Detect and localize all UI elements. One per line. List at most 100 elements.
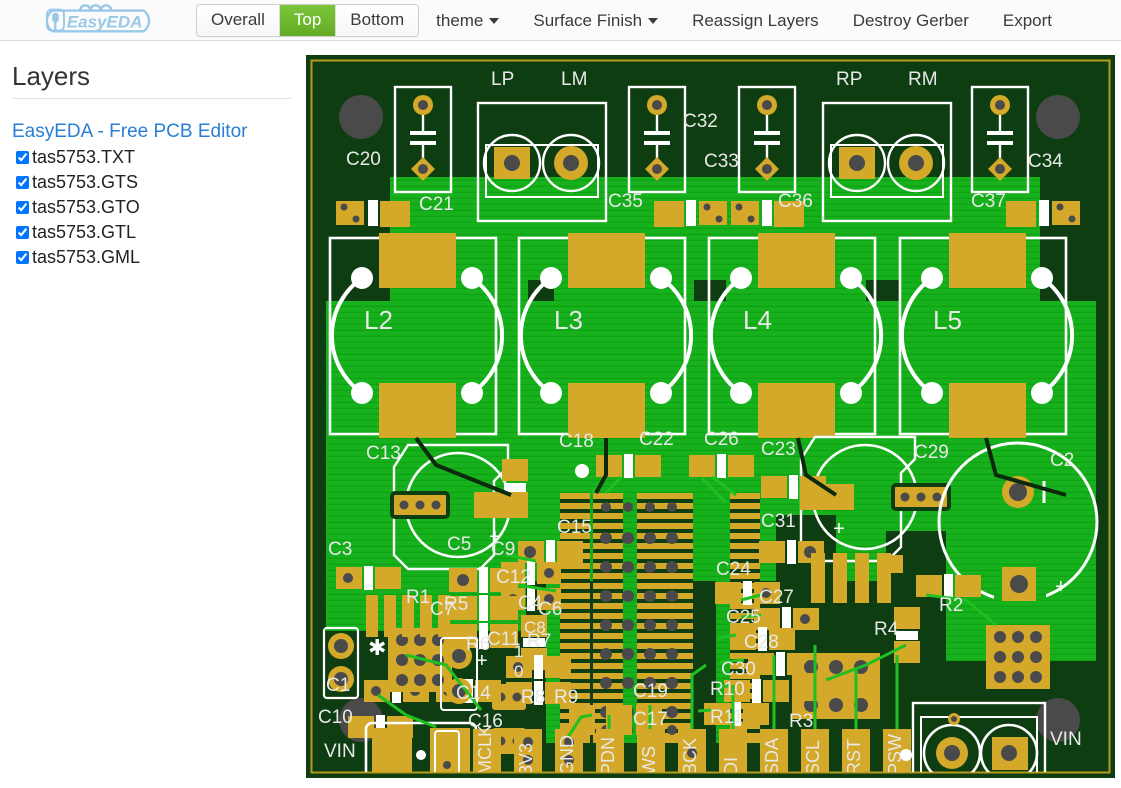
menu-item-theme[interactable]: theme bbox=[419, 0, 516, 41]
svg-text:C24: C24 bbox=[716, 559, 751, 580]
view-button-bottom[interactable]: Bottom bbox=[336, 4, 419, 36]
menu-item-export[interactable]: Export bbox=[986, 0, 1069, 41]
svg-text:C23: C23 bbox=[761, 439, 796, 460]
svg-text:C10: C10 bbox=[318, 707, 353, 728]
svg-text:C1: C1 bbox=[326, 675, 350, 696]
layers-sidebar: Layers EasyEDA - Free PCB Editor tas5753… bbox=[0, 41, 300, 788]
svg-text:1: 1 bbox=[514, 642, 523, 661]
pcb-viewport[interactable]: + + + C20 LP LM RP RM C32 C33 C34 C21 C3… bbox=[306, 55, 1115, 778]
svg-text:SDA: SDA bbox=[762, 738, 782, 775]
svg-text:C31: C31 bbox=[761, 511, 796, 532]
svg-text:R2: R2 bbox=[939, 595, 963, 616]
pad-array-R2 bbox=[986, 625, 1050, 689]
svg-text:C26: C26 bbox=[704, 429, 739, 450]
svg-text:R8: R8 bbox=[521, 687, 545, 708]
svg-text:L2: L2 bbox=[364, 305, 393, 335]
layer-checkbox-gts[interactable] bbox=[16, 176, 29, 189]
menu-item-reassign-layers[interactable]: Reassign Layers bbox=[675, 0, 836, 41]
svg-text:C15: C15 bbox=[557, 517, 592, 538]
pcb-gerber-render[interactable]: + + + C20 LP LM RP RM C32 C33 C34 C21 C3… bbox=[306, 55, 1115, 778]
svg-text:R4: R4 bbox=[874, 619, 899, 640]
chevron-down-icon bbox=[489, 18, 500, 25]
svg-text:C30: C30 bbox=[721, 659, 756, 680]
svg-text:L4: L4 bbox=[743, 305, 772, 335]
svg-text:C17: C17 bbox=[633, 709, 668, 730]
layer-checkbox-gto[interactable] bbox=[16, 201, 29, 214]
svg-text:R11: R11 bbox=[710, 707, 743, 728]
svg-text:C22: C22 bbox=[639, 429, 674, 450]
svg-text:L3: L3 bbox=[554, 305, 583, 335]
svg-text:VIN: VIN bbox=[1050, 729, 1082, 750]
svg-text:C25: C25 bbox=[726, 607, 761, 628]
svg-text:+: + bbox=[1055, 576, 1067, 598]
layer-label: tas5753.GML bbox=[32, 247, 141, 267]
svg-text:LP: LP bbox=[491, 69, 514, 90]
header-R3 bbox=[792, 653, 880, 719]
svg-text:C29: C29 bbox=[914, 442, 949, 463]
svg-text:EasyEDA: EasyEDA bbox=[67, 13, 143, 32]
test-point bbox=[575, 464, 589, 478]
polarity-mark: + bbox=[476, 650, 488, 672]
list-item[interactable]: tas5753.GTS bbox=[12, 170, 290, 195]
svg-text:+: + bbox=[833, 518, 845, 540]
svg-text:C18: C18 bbox=[559, 431, 594, 452]
svg-text:C14: C14 bbox=[456, 683, 491, 704]
list-item[interactable]: tas5753.GTO bbox=[12, 195, 290, 220]
svg-text:LM: LM bbox=[561, 69, 587, 90]
svg-text:0: 0 bbox=[514, 662, 523, 681]
svg-text:L5: L5 bbox=[933, 305, 962, 335]
svg-text:C32: C32 bbox=[683, 111, 718, 132]
svg-text:SCL: SCL bbox=[803, 740, 823, 775]
svg-text:C13: C13 bbox=[366, 443, 401, 464]
svg-text:R1: R1 bbox=[406, 587, 430, 608]
svg-text:C7: C7 bbox=[430, 599, 454, 620]
svg-text:C3: C3 bbox=[328, 539, 352, 560]
svg-text:C28: C28 bbox=[744, 632, 779, 653]
svg-text:MCLK: MCLK bbox=[475, 725, 495, 775]
chevron-down-icon bbox=[648, 18, 659, 25]
view-button-overall[interactable]: Overall bbox=[197, 4, 280, 36]
mounting-hole bbox=[339, 95, 383, 139]
layer-label: tas5753.GTL bbox=[32, 222, 137, 242]
layer-label: tas5753.TXT bbox=[32, 147, 136, 167]
svg-text:C21: C21 bbox=[419, 194, 454, 215]
layer-checkbox-gtl[interactable] bbox=[16, 226, 29, 239]
view-button-top[interactable]: Top bbox=[279, 4, 337, 36]
svg-text:C12: C12 bbox=[496, 567, 531, 588]
menu-item-destroy-gerber[interactable]: Destroy Gerber bbox=[836, 0, 986, 41]
svg-text:C35: C35 bbox=[608, 191, 643, 212]
layer-label: tas5753.GTO bbox=[32, 197, 140, 217]
svg-text:C33: C33 bbox=[704, 151, 739, 172]
list-item[interactable]: tas5753.TXT bbox=[12, 145, 290, 170]
svg-text:C2: C2 bbox=[1050, 450, 1074, 471]
svg-text:C6: C6 bbox=[538, 599, 562, 620]
menu-item-surface-finish-label: Surface Finish bbox=[533, 10, 643, 30]
menu-item-theme-label: theme bbox=[436, 10, 484, 30]
svg-text:R9: R9 bbox=[554, 687, 578, 708]
svg-text:C37: C37 bbox=[971, 191, 1006, 212]
layer-checkbox-gml[interactable] bbox=[16, 251, 29, 264]
top-toolbar: EasyEDA Overall Top Bottom theme Surface… bbox=[0, 0, 1121, 41]
mounting-hole bbox=[1036, 95, 1080, 139]
project-link[interactable]: EasyEDA - Free PCB Editor bbox=[12, 121, 290, 143]
menu-item-surface-finish[interactable]: Surface Finish bbox=[516, 0, 675, 41]
test-point bbox=[900, 749, 912, 761]
list-item[interactable]: tas5753.GML bbox=[12, 245, 290, 270]
easyeda-logo[interactable]: EasyEDA bbox=[0, 0, 196, 41]
svg-text:VIN: VIN bbox=[324, 741, 356, 762]
easyeda-logo-icon: EasyEDA bbox=[45, 4, 151, 33]
list-item[interactable]: tas5753.GTL bbox=[12, 220, 290, 245]
svg-text:C27: C27 bbox=[759, 587, 794, 608]
svg-text:PDN: PDN bbox=[598, 737, 618, 775]
polarity-mark: ✱ bbox=[368, 635, 386, 660]
toolbar-menu: theme Surface Finish Reassign Layers Des… bbox=[419, 0, 1121, 41]
view-mode-button-group[interactable]: Overall Top Bottom bbox=[196, 3, 420, 37]
svg-text:BCK: BCK bbox=[680, 738, 700, 775]
layer-checkbox-txt[interactable] bbox=[16, 151, 29, 164]
svg-text:C5: C5 bbox=[447, 534, 471, 555]
svg-text:C20: C20 bbox=[346, 149, 381, 170]
svg-text:RM: RM bbox=[908, 69, 938, 90]
svg-text:C34: C34 bbox=[1028, 151, 1063, 172]
svg-text:R10: R10 bbox=[710, 679, 745, 700]
layer-label: tas5753.GTS bbox=[32, 172, 139, 192]
